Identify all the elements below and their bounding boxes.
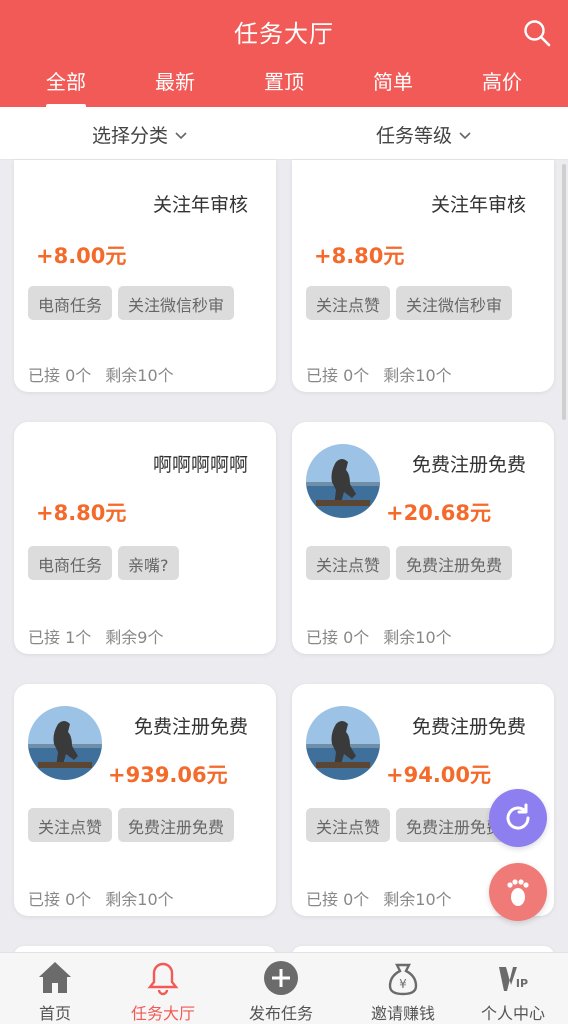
task-tag: 亲嘴? [118,546,179,580]
task-tag: 电商任务 [28,546,113,580]
task-card[interactable]: 啊啊啊啊啊 +8.80元 电商任务 亲嘴? 已接 1个 剩余9个 [14,422,276,654]
tab-label: 高价 [482,70,522,94]
remaining-count: 剩余10个 [383,628,452,647]
tab-bar: 全部 最新 置顶 简单 高价 [0,60,568,108]
money-bag-icon: ¥ [388,963,418,996]
task-card[interactable]: 免费注册免费 +20.68元 关注点赞 免费注册免费 已接 0个 剩余10个 [292,422,554,654]
task-price: +20.68元 [386,501,492,525]
task-card[interactable]: 免费注册免费 +939.06元 关注点赞 免费注册免费 已接 0个 剩余10个 [14,684,276,916]
task-card[interactable]: 关注年审核 +8.00元 电商任务 关注微信秒审 已接 0个 剩余10个 [14,160,276,392]
task-price: +8.00元 [36,244,127,268]
vip-icon: IP [499,967,528,991]
footprint-icon [507,879,529,906]
tab-simple[interactable]: 简单 [353,66,433,95]
remaining-count: 剩余10个 [105,366,174,385]
task-stats: 已接 0个 剩余10个 [306,362,452,386]
nav-home[interactable]: 首页 [0,953,110,1024]
task-tags: 关注点赞 免费注册免费 [306,808,513,842]
remaining-count: 剩余10个 [383,890,452,909]
task-stats: 已接 1个 剩余9个 [28,624,163,648]
tab-label: 最新 [155,70,195,94]
task-price: +94.00元 [386,763,492,787]
task-tag: 关注微信秒审 [118,286,235,320]
avatar [28,706,102,780]
app-header: 任务大厅 全部 最新 置顶 简单 高价 [0,0,568,108]
task-stats: 已接 0个 剩余10个 [306,624,452,648]
task-name: 免费注册免费 [411,454,526,476]
task-tag: 关注点赞 [28,808,113,842]
task-price: +8.80元 [314,244,405,268]
level-filter-label: 任务等级 [376,125,453,147]
tab-latest[interactable]: 最新 [135,66,215,95]
task-price: +939.06元 [108,763,228,787]
search-icon[interactable] [522,18,552,48]
task-tags: 关注点赞 关注微信秒审 [306,286,513,320]
tab-label: 置顶 [264,70,304,94]
scrollbar[interactable] [562,164,566,420]
chevron-down-icon [459,131,471,139]
avatar [306,706,380,780]
bell-icon [147,962,179,996]
task-tag: 关注点赞 [306,808,391,842]
task-tags: 关注点赞 免费注册免费 [28,808,235,842]
accepted-count: 已接 0个 [306,890,370,909]
footprint-button[interactable] [489,863,547,921]
plus-circle-icon [264,961,298,995]
task-stats: 已接 0个 剩余10个 [306,886,452,910]
task-name: 关注年审核 [152,194,248,216]
filter-bar: 选择分类 任务等级 [0,107,568,160]
category-filter-label: 选择分类 [92,125,169,147]
refresh-icon [506,803,530,830]
nav-publish-task[interactable]: 发布任务 [226,953,336,1024]
nav-invite-earn[interactable]: ¥ 邀请赚钱 [348,953,458,1024]
level-filter-dropdown[interactable]: 任务等级 [376,121,472,148]
task-tag: 关注点赞 [306,286,391,320]
task-tag: 免费注册免费 [118,808,235,842]
home-icon [39,962,71,993]
accepted-count: 已接 0个 [306,366,370,385]
task-tags: 电商任务 亲嘴? [28,546,179,580]
task-name: 免费注册免费 [411,716,526,738]
tab-high-price[interactable]: 高价 [462,66,542,95]
task-tag: 关注点赞 [306,546,391,580]
accepted-count: 已接 0个 [28,890,92,909]
remaining-count: 剩余9个 [105,628,164,647]
tab-label: 全部 [46,70,86,94]
task-tags: 电商任务 关注微信秒审 [28,286,235,320]
bottom-nav: 首页 任务大厅 发布任务 ¥ 邀请赚钱 IP 个人中心 [0,952,568,1024]
task-stats: 已接 0个 剩余10个 [28,362,174,386]
accepted-count: 已接 1个 [28,628,92,647]
nav-label: 邀请赚钱 [370,1004,435,1023]
accepted-count: 已接 0个 [306,628,370,647]
refresh-button[interactable] [489,789,547,847]
task-tag: 电商任务 [28,286,113,320]
svg-text:IP: IP [516,977,528,990]
task-tags: 关注点赞 免费注册免费 [306,546,513,580]
page-title: 任务大厅 [234,20,334,48]
nav-label: 任务大厅 [130,1004,195,1023]
tab-pinned[interactable]: 置顶 [244,66,324,95]
task-card[interactable]: 关注年审核 +8.80元 关注点赞 关注微信秒审 已接 0个 剩余10个 [292,160,554,392]
avatar [306,444,380,518]
svg-text:¥: ¥ [399,977,407,991]
remaining-count: 剩余10个 [383,366,452,385]
nav-label: 发布任务 [248,1004,313,1023]
nav-task-hall[interactable]: 任务大厅 [108,953,218,1024]
remaining-count: 剩余10个 [105,890,174,909]
task-name: 免费注册免费 [133,716,248,738]
task-price: +8.80元 [36,501,127,525]
accepted-count: 已接 0个 [28,366,92,385]
category-filter-dropdown[interactable]: 选择分类 [92,121,188,148]
task-name: 啊啊啊啊啊 [152,454,248,476]
task-name: 关注年审核 [430,194,526,216]
tab-label: 简单 [373,70,413,94]
task-tag: 关注微信秒审 [396,286,513,320]
chevron-down-icon [175,131,187,139]
nav-label: 首页 [38,1004,71,1023]
task-stats: 已接 0个 剩余10个 [28,886,174,910]
task-tag: 免费注册免费 [396,546,513,580]
nav-profile[interactable]: IP 个人中心 [458,953,568,1024]
tab-all[interactable]: 全部 [26,66,106,108]
nav-label: 个人中心 [480,1004,545,1023]
